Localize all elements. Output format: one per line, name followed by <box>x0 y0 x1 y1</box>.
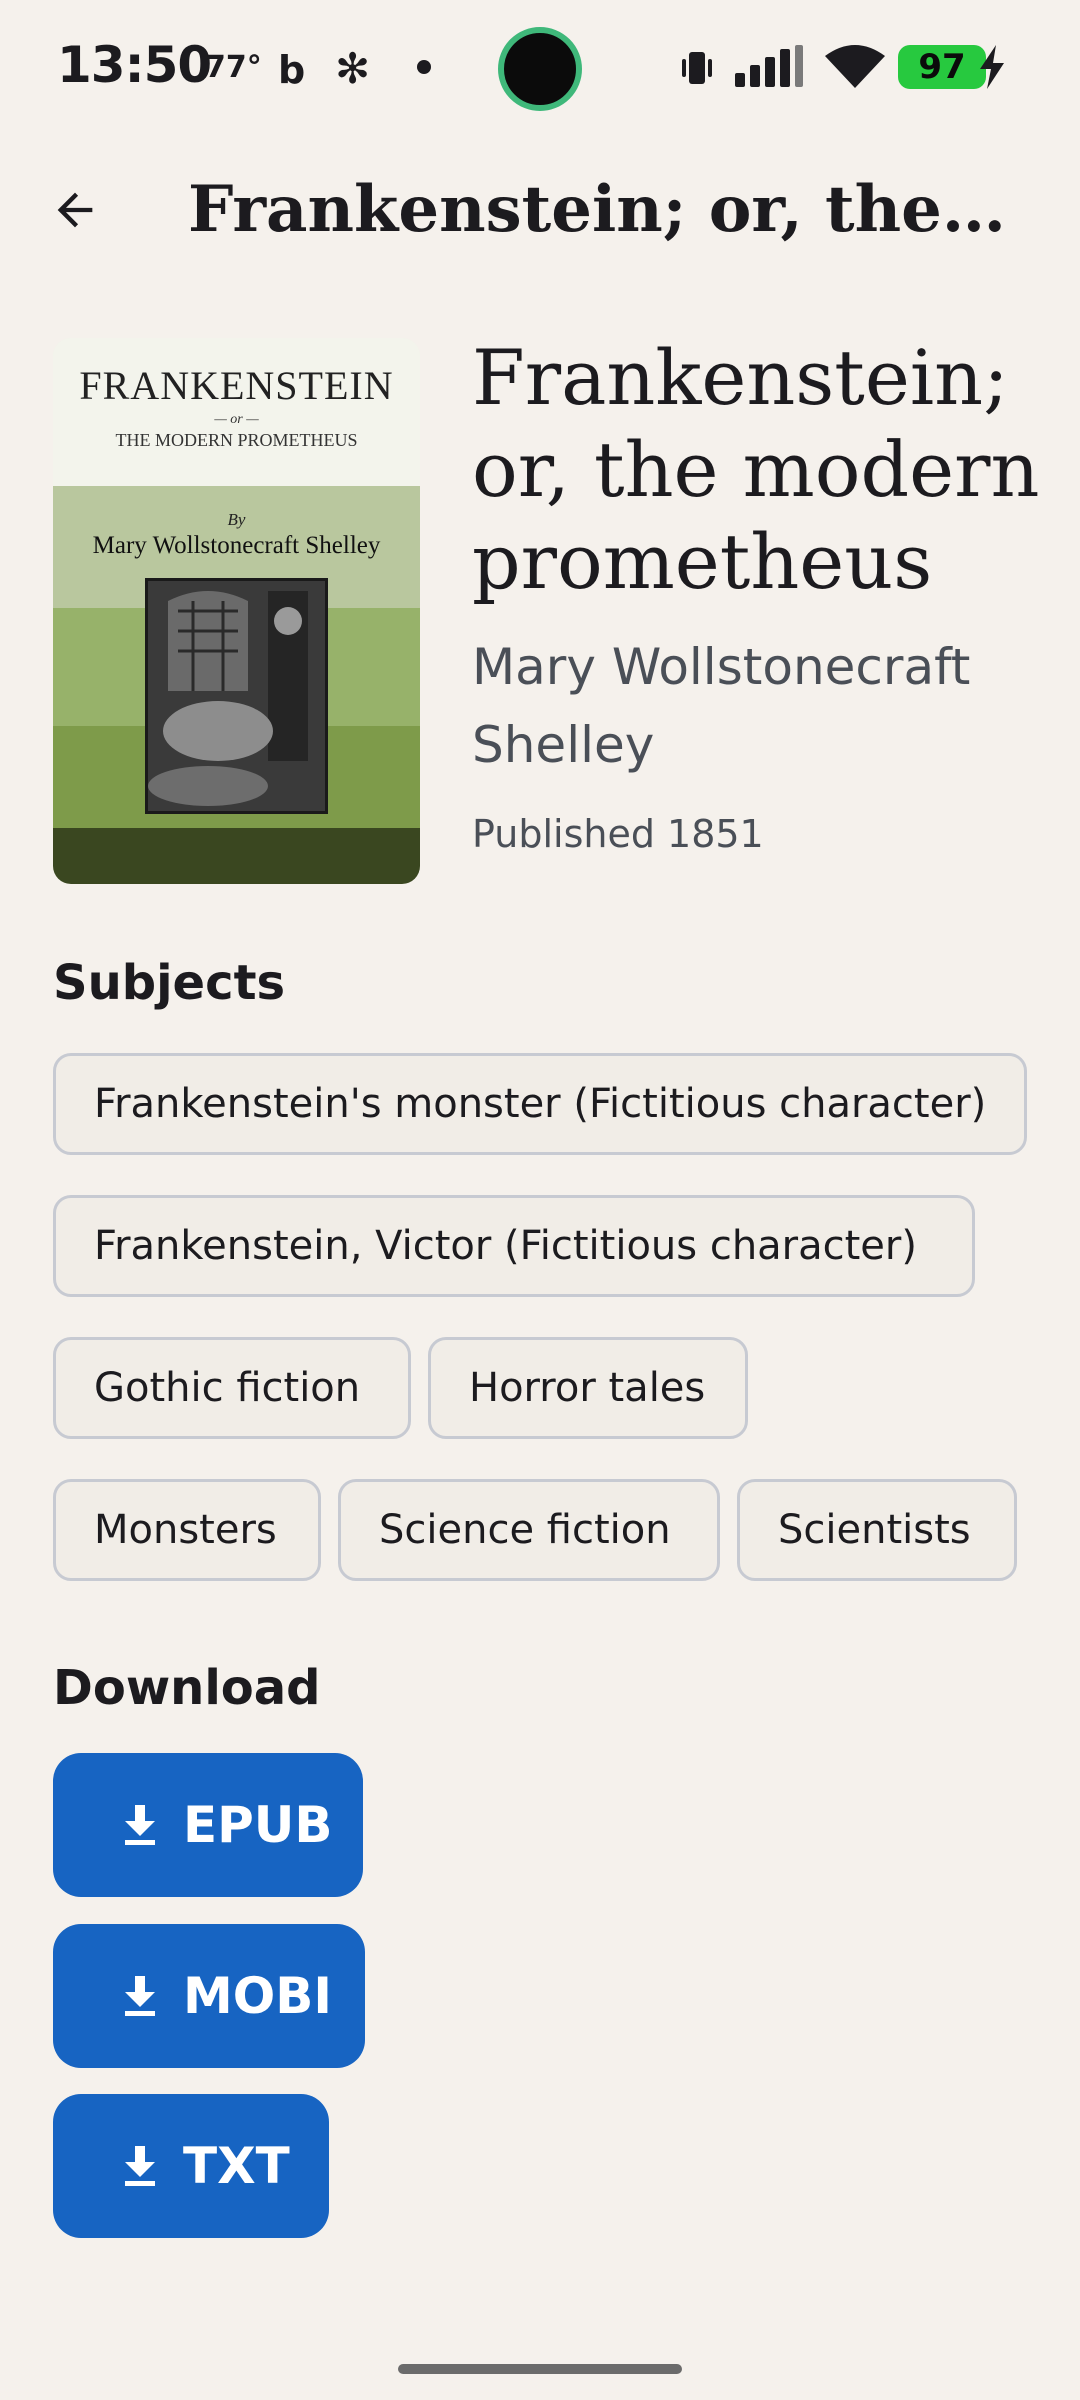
subject-chip[interactable]: Horror tales <box>428 1337 748 1439</box>
subject-chip[interactable]: Frankenstein's monster (Fictitious chara… <box>53 1053 1027 1155</box>
cover-by: By <box>227 510 246 529</box>
page-title: Frankenstein; or, the modern prometheus <box>188 172 1018 247</box>
subject-chip[interactable]: Frankenstein, Victor (Fictitious charact… <box>53 1195 975 1297</box>
subject-chip[interactable]: Scientists <box>737 1479 1017 1581</box>
download-button-label: TXT <box>183 2137 290 2195</box>
charging-icon <box>980 45 1004 89</box>
download-icon <box>125 1976 155 2016</box>
cover-subtitle: THE MODERN PROMETHEUS <box>115 430 358 450</box>
book-cover: FRANKENSTEIN — or — THE MODERN PROMETHEU… <box>53 338 420 884</box>
download-button-label: MOBI <box>183 1967 332 2025</box>
book-title: Frankenstein; or, the modern prometheus <box>472 333 1040 606</box>
camera-cutout <box>498 27 582 111</box>
signal-icon <box>735 45 803 87</box>
status-time: 13:50 <box>57 36 212 94</box>
arrow-back-icon <box>57 192 93 228</box>
wifi-icon <box>825 45 885 88</box>
fan-icon: ✻ <box>335 44 371 93</box>
bing-icon: b <box>278 48 306 92</box>
home-indicator[interactable] <box>398 2364 682 2374</box>
notification-dot-icon <box>417 60 431 74</box>
download-button-label: EPUB <box>183 1796 333 1854</box>
download-epub-button[interactable]: EPUB <box>53 1753 363 1897</box>
status-temperature: 77° <box>205 50 262 85</box>
cover-illustration <box>145 578 328 814</box>
cover-author: Mary Wollstonecraft Shelley <box>92 532 381 559</box>
back-button[interactable] <box>40 175 110 245</box>
subject-chip[interactable]: Science fiction <box>338 1479 720 1581</box>
download-heading: Download <box>53 1660 321 1716</box>
top-app-bar: Frankenstein; or, the modern prometheus <box>0 150 1080 270</box>
subject-chip[interactable]: Gothic fiction <box>53 1337 411 1439</box>
download-txt-button[interactable]: TXT <box>53 2094 329 2238</box>
book-author: Mary Wollstonecraft Shelley <box>472 638 971 774</box>
subjects-heading: Subjects <box>53 955 286 1011</box>
cover-title: FRANKENSTEIN <box>79 363 394 408</box>
publish-date: Published 1851 <box>472 812 764 856</box>
cover-or: — or — <box>214 412 259 427</box>
status-bar: 13:50 77° b ✻ 97 <box>0 0 1080 135</box>
download-icon <box>125 2146 155 2186</box>
download-mobi-button[interactable]: MOBI <box>53 1924 365 2068</box>
subject-chip[interactable]: Monsters <box>53 1479 321 1581</box>
battery-indicator: 97 <box>898 45 986 89</box>
download-icon <box>125 1805 155 1845</box>
vibrate-icon <box>682 52 712 84</box>
